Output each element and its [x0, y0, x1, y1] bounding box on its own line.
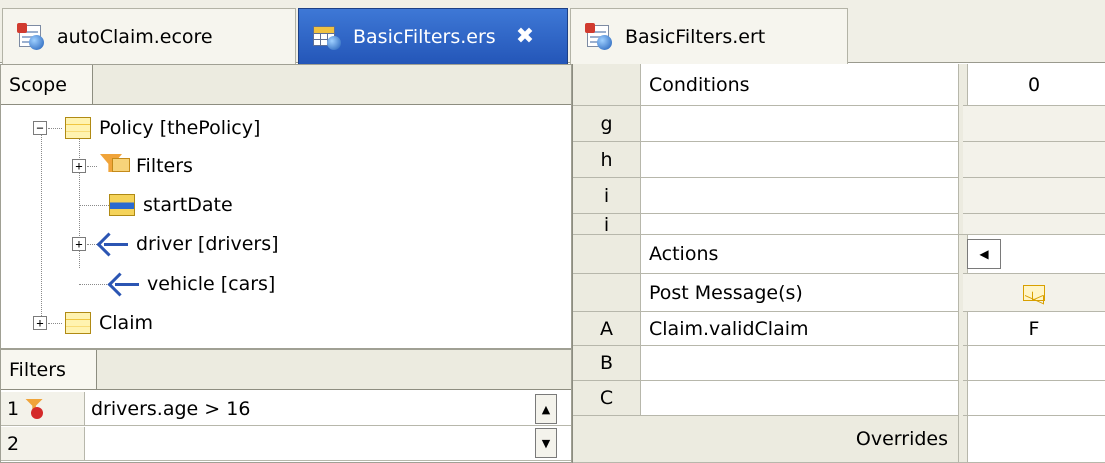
panel-tab-strip: [97, 350, 571, 390]
tab-scope[interactable]: Scope: [1, 65, 93, 105]
condition-cell[interactable]: [641, 142, 959, 178]
post-message-cell[interactable]: [963, 274, 1105, 312]
filter-folder-icon: [98, 154, 130, 178]
attribute-icon: [109, 194, 135, 216]
tab-label: BasicFilters.ers: [353, 25, 496, 48]
overrides-label: Overrides: [573, 416, 959, 463]
action-row-id: B: [573, 346, 641, 381]
post-message-label: Post Message(s): [641, 274, 959, 312]
tree-node-label: Policy [thePolicy]: [99, 117, 261, 139]
association-icon: [98, 233, 128, 255]
tab-autoclaim-ecore[interactable]: autoClaim.ecore: [2, 8, 296, 64]
action-value-cell[interactable]: [963, 381, 1105, 416]
filters-scrollbar[interactable]: ▲ ▼: [535, 394, 557, 463]
tree-node-filters[interactable]: + Filters: [72, 147, 193, 185]
tab-basicfilters-ert[interactable]: BasicFilters.ert: [570, 8, 848, 64]
tab-filters[interactable]: Filters: [1, 350, 97, 390]
action-cell[interactable]: Claim.validClaim: [641, 312, 959, 346]
association-icon: [109, 273, 139, 295]
ecore-file-icon: [17, 22, 47, 51]
condition-row-id: g: [573, 106, 641, 142]
scroll-down-button[interactable]: ▼: [535, 428, 557, 458]
action-value-cell[interactable]: [963, 346, 1105, 381]
actions-header: Actions: [641, 235, 959, 274]
tree-connector: [41, 132, 42, 322]
tree-connector: [79, 205, 109, 206]
tree-node-driver[interactable]: + driver [drivers]: [72, 225, 279, 263]
close-icon[interactable]: ✖: [516, 24, 534, 49]
rulesheet-file-icon: [313, 24, 343, 50]
condition-row-id: h: [573, 142, 641, 178]
filter-expression[interactable]: drivers.age > 16: [85, 392, 571, 425]
rule-cell[interactable]: [963, 214, 1105, 235]
expand-icon[interactable]: +: [33, 316, 47, 330]
condition-cell[interactable]: [641, 178, 959, 214]
action-cell[interactable]: [641, 346, 959, 381]
rule-cell[interactable]: [963, 178, 1105, 214]
expand-icon[interactable]: +: [72, 159, 86, 173]
tree-node-label: Claim: [99, 312, 153, 334]
tree-node-label: startDate: [143, 194, 233, 216]
row-id-header: [573, 64, 641, 106]
expand-icon[interactable]: +: [72, 237, 86, 251]
filter-row-number-cell: 1: [1, 392, 85, 425]
tree-node-label: driver [drivers]: [136, 233, 279, 255]
condition-row-id: i: [573, 178, 641, 214]
panel-tab-strip: [93, 65, 571, 105]
ruletest-file-icon: [585, 22, 615, 51]
tree-node-claim[interactable]: + Claim: [33, 304, 153, 342]
condition-cell[interactable]: [641, 214, 959, 235]
overrides-cell[interactable]: [963, 416, 1105, 463]
horizontal-scrollbar[interactable]: ◀: [963, 235, 1105, 274]
rule-column-header[interactable]: 0: [963, 64, 1105, 106]
row-id-cell: [573, 274, 641, 312]
conditions-header: Conditions: [641, 64, 959, 106]
tree-node-vehicle[interactable]: vehicle [cars]: [109, 265, 275, 303]
condition-row-id: i: [573, 214, 641, 235]
action-row-id: C: [573, 381, 641, 416]
tab-label: autoClaim.ecore: [57, 25, 213, 48]
tree-node-policy[interactable]: − Policy [thePolicy]: [33, 109, 260, 147]
tree-node-startdate[interactable]: startDate: [109, 186, 233, 224]
scope-panel: Scope − Policy [thePolicy] + Filters sta…: [0, 64, 572, 349]
filter-error-icon: [23, 397, 45, 421]
tree-connector: [79, 284, 109, 285]
rule-cell[interactable]: [963, 106, 1105, 142]
rule-cell[interactable]: [963, 142, 1105, 178]
condition-cell[interactable]: [641, 106, 959, 142]
rulesheet-grid: Conditions 0 g h i i Actions ◀ Post Mess…: [572, 64, 1105, 463]
action-row-id: A: [573, 312, 641, 346]
tab-basicfilters-ers[interactable]: BasicFilters.ers ✖: [298, 8, 568, 64]
row-number: 1: [7, 397, 20, 420]
entity-icon: [65, 312, 91, 334]
action-value-cell[interactable]: F: [963, 312, 1105, 346]
filter-row[interactable]: 2: [1, 427, 571, 461]
tree-node-label: Filters: [136, 155, 193, 177]
entity-icon: [65, 117, 91, 139]
row-number: 2: [7, 432, 20, 455]
filter-expression[interactable]: [85, 427, 571, 460]
filter-row[interactable]: 1 drivers.age > 16: [1, 392, 571, 426]
collapse-icon[interactable]: −: [33, 121, 47, 135]
row-id-header: [573, 235, 641, 274]
envelope-icon: [1023, 284, 1045, 301]
filters-panel: Filters 1 drivers.age > 16 2 ▲ ▼: [0, 349, 572, 463]
editor-tab-bar: autoClaim.ecore BasicFilters.ers ✖ Basic…: [0, 0, 1105, 64]
tree-node-label: vehicle [cars]: [147, 273, 276, 295]
filter-row-number-cell: 2: [1, 427, 85, 460]
tab-label: BasicFilters.ert: [625, 25, 766, 48]
scroll-left-button[interactable]: ◀: [967, 239, 1001, 269]
scroll-up-button[interactable]: ▲: [535, 394, 557, 424]
action-cell[interactable]: [641, 381, 959, 416]
